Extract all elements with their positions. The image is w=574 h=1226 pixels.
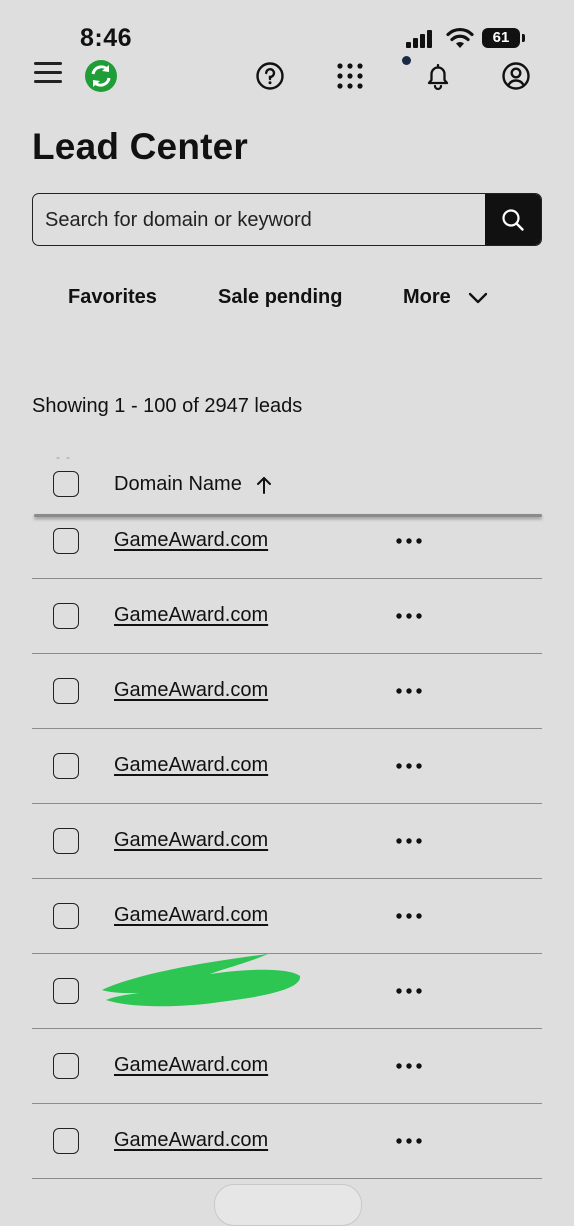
- more-options-icon[interactable]: [395, 687, 423, 695]
- row-divider: [32, 803, 542, 804]
- more-options-icon[interactable]: [395, 612, 423, 620]
- floating-action-pill[interactable]: [214, 1184, 362, 1226]
- row-divider: [32, 878, 542, 879]
- redaction-scribble: [102, 954, 301, 1007]
- divider: --: [56, 450, 76, 464]
- sort-ascending-icon[interactable]: [255, 474, 273, 496]
- search-button[interactable]: [485, 194, 541, 245]
- table-row[interactable]: GameAward.com: [0, 1111, 574, 1186]
- filter-more[interactable]: More: [403, 286, 451, 309]
- apps-grid-icon[interactable]: [334, 60, 366, 92]
- page-title: Lead Center: [32, 126, 249, 167]
- table-row[interactable]: GameAward.com: [0, 511, 574, 586]
- more-options-icon[interactable]: [395, 912, 423, 920]
- row-checkbox[interactable]: [53, 1128, 79, 1154]
- row-divider: [32, 653, 542, 654]
- more-options-icon[interactable]: [395, 987, 423, 995]
- domain-link[interactable]: GameAward.com: [114, 754, 268, 777]
- row-checkbox[interactable]: [53, 903, 79, 929]
- battery-icon: 61: [482, 28, 525, 48]
- search-box: [32, 193, 542, 246]
- table-row[interactable]: GameAward.com: [0, 886, 574, 961]
- more-options-icon[interactable]: [395, 1137, 423, 1145]
- domain-link[interactable]: GameAward.com: [114, 1129, 268, 1152]
- search-input[interactable]: [33, 194, 499, 245]
- row-divider: [32, 578, 542, 579]
- chevron-down-icon[interactable]: [467, 290, 489, 306]
- notification-dot: [402, 56, 411, 65]
- more-options-icon[interactable]: [395, 1062, 423, 1070]
- table-row[interactable]: GameAward.com: [0, 811, 574, 886]
- filter-sale-pending[interactable]: Sale pending: [218, 286, 342, 309]
- column-header-domain-name[interactable]: Domain Name: [114, 473, 242, 496]
- menu-icon[interactable]: [34, 62, 62, 84]
- more-options-icon[interactable]: [395, 762, 423, 770]
- table-row[interactable]: GameAward.com: [0, 736, 574, 811]
- domain-link[interactable]: GameAward.com: [114, 679, 268, 702]
- domain-link[interactable]: GameAward.com: [114, 904, 268, 927]
- row-divider: [32, 1028, 542, 1029]
- bell-icon[interactable]: [422, 60, 454, 92]
- domain-link[interactable]: GameAward.com: [114, 529, 268, 552]
- table-row[interactable]: GameAward.com: [0, 1036, 574, 1111]
- status-time: 8:46: [80, 24, 133, 52]
- row-checkbox[interactable]: [53, 603, 79, 629]
- row-checkbox[interactable]: [53, 528, 79, 554]
- row-checkbox[interactable]: [53, 753, 79, 779]
- account-icon[interactable]: [500, 60, 532, 92]
- search-icon: [502, 208, 524, 231]
- domain-link[interactable]: GameAward.com: [114, 1054, 268, 1077]
- signal-icon: [406, 30, 438, 48]
- row-checkbox[interactable]: [53, 1053, 79, 1079]
- row-divider: [32, 1178, 542, 1179]
- row-checkbox[interactable]: [53, 828, 79, 854]
- table-row[interactable]: GameAward.com: [0, 661, 574, 736]
- filter-favorites[interactable]: Favorites: [68, 286, 157, 309]
- help-icon[interactable]: [254, 60, 286, 92]
- results-summary: Showing 1 - 100 of 2947 leads: [32, 395, 303, 417]
- more-options-icon[interactable]: [395, 837, 423, 845]
- select-all-checkbox[interactable]: [53, 471, 79, 497]
- more-options-icon[interactable]: [395, 537, 423, 545]
- domain-link[interactable]: GameAward.com: [114, 604, 268, 627]
- row-checkbox[interactable]: [53, 678, 79, 704]
- app-logo[interactable]: [84, 59, 118, 93]
- row-divider: [32, 728, 542, 729]
- table-row[interactable]: GameAward.com: [0, 586, 574, 661]
- wifi-icon: [446, 27, 474, 48]
- row-divider: [32, 1103, 542, 1104]
- row-checkbox[interactable]: [53, 978, 79, 1004]
- domain-link[interactable]: GameAward.com: [114, 829, 268, 852]
